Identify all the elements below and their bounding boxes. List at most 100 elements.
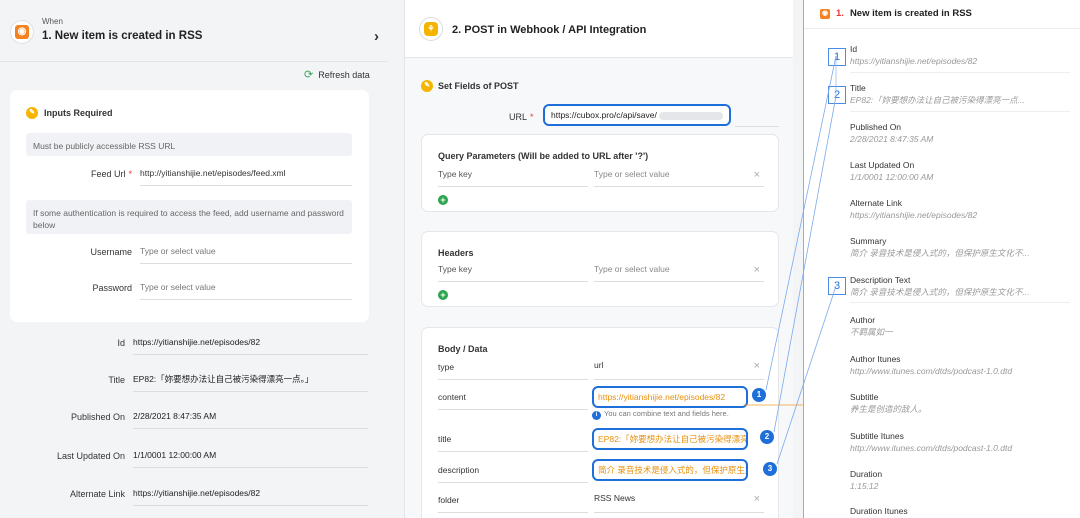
output-value: 2/28/2021 8:47:35 AM xyxy=(133,407,368,429)
url-value: https://cubox.pro/c/api/save/ xyxy=(551,110,657,120)
body-row-type: type url × xyxy=(438,356,764,380)
fields-icon: ✎ xyxy=(421,80,433,92)
set-fields-heading: ✎ Set Fields of POST xyxy=(421,80,519,92)
add-icon[interactable]: + xyxy=(438,290,448,300)
content-value-input[interactable]: https://yitianshijie.net/episodes/82 xyxy=(592,386,748,408)
query-param-row: Type key Type or select value × xyxy=(438,167,764,187)
field-item[interactable]: Published On 2/28/2021 8:47:35 AM xyxy=(850,121,1070,146)
body-key[interactable]: type xyxy=(438,356,588,380)
combine-hint: i You can combine text and fields here. xyxy=(592,409,729,420)
feed-url-row: Feed Url * http://yitianshijie.net/episod… xyxy=(26,164,352,186)
body-row-description: description 简介 录音技术是侵入式的，但保护原生文 xyxy=(438,459,764,483)
fields-panel-title: New item is created in RSS xyxy=(849,8,972,19)
query-params-title: Query Parameters (Will be added to URL a… xyxy=(438,151,649,161)
marker-3: 3 xyxy=(763,462,777,476)
field-item[interactable]: Last Updated On 1/1/0001 12:00:00 AM xyxy=(850,159,1070,184)
query-params-card: Query Parameters (Will be added to URL a… xyxy=(421,134,779,212)
redacted-token xyxy=(658,111,723,120)
field-item[interactable]: Subtitle Itunes http://www.itunes.com/dtd… xyxy=(850,430,1070,455)
field-item[interactable]: Summary 简介 录音技术是侵入式的，但保护原生文化不... xyxy=(850,235,1070,260)
output-row-alternate: Alternate Link https://yitianshijie.net/… xyxy=(0,481,370,507)
query-key-input[interactable]: Type key xyxy=(438,167,588,187)
close-icon[interactable]: × xyxy=(754,263,760,277)
output-row-published: Published On 2/28/2021 8:47:35 AM xyxy=(0,404,370,430)
field-item[interactable]: Author 不羁属如一 xyxy=(850,314,1070,339)
output-label: Alternate Link xyxy=(69,489,125,499)
action-body: ✎ Set Fields of POST URL * https://cubox.… xyxy=(405,58,793,518)
url-input[interactable]: https://cubox.pro/c/api/save/ xyxy=(543,104,731,126)
password-row: Password Type or select value xyxy=(26,278,352,300)
output-label: Title xyxy=(108,375,125,385)
close-icon[interactable]: × xyxy=(754,357,760,375)
username-row: Username Type or select value xyxy=(26,242,352,264)
refresh-label: Refresh data xyxy=(318,69,370,80)
refresh-icon: ⟳ xyxy=(304,69,314,81)
body-row-folder: folder RSS News × xyxy=(438,489,764,513)
fields-panel: ◉ 1. New item is created in RSS 1 2 3 Id… xyxy=(803,0,1080,518)
body-key[interactable]: title xyxy=(438,428,588,452)
title-value-input[interactable]: EP82:「妳要想办法让自己被污染得漂亮一 xyxy=(592,428,748,450)
output-label: Id xyxy=(117,338,125,348)
field-item[interactable]: Subtitle 养生是创造的敌人。 xyxy=(850,391,1070,416)
add-icon[interactable]: + xyxy=(438,195,448,205)
action-panel: ⚘ 2. POST in Webhook / API Integration ✎… xyxy=(404,0,793,518)
inputs-required-card: ✎ Inputs Required Must be publicly acces… xyxy=(10,90,369,322)
url-label: URL * xyxy=(509,112,534,122)
field-item[interactable]: Description Text 简介 录音技术是侵入式的，但保护原生文化不... xyxy=(850,274,1070,299)
action-title: 2. POST in Webhook / API Integration xyxy=(452,24,647,36)
header-divider xyxy=(804,28,1080,29)
output-row-updated: Last Updated On 1/1/0001 12:00:00 AM xyxy=(0,443,370,469)
field-item[interactable]: Duration 1:15:12 xyxy=(850,468,1070,493)
rss-icon: ◉ xyxy=(820,8,830,19)
output-row-title: Title EP82:「妳要想办法让自己被污染得漂亮一点。」 xyxy=(0,367,370,393)
output-label: Last Updated On xyxy=(56,451,125,461)
header-key-input[interactable]: Type key xyxy=(438,262,588,282)
output-label: Published On xyxy=(70,412,125,422)
body-row-content: content https://yitianshijie.net/episode… xyxy=(438,386,764,410)
query-value-input[interactable]: Type or select value × xyxy=(594,167,764,187)
auth-note: If some authentication is required to ac… xyxy=(26,200,352,234)
field-item[interactable]: Id https://yitianshijie.net/episodes/82 xyxy=(850,43,1070,68)
output-value: 1/1/0001 12:00:00 AM xyxy=(133,446,368,468)
refresh-data-button[interactable]: ⟳ Refresh data xyxy=(304,68,370,81)
output-value: https://yitianshijie.net/episodes/82 xyxy=(133,484,368,506)
header-row: Type key Type or select value × xyxy=(438,262,764,282)
header-value-input[interactable]: Type or select value × xyxy=(594,262,764,282)
headers-card: Headers Type key Type or select value × + xyxy=(421,231,779,307)
inputs-required-heading: ✎ Inputs Required xyxy=(26,107,113,119)
body-row-title: title EP82:「妳要想办法让自己被污染得漂亮一 xyxy=(438,428,764,452)
output-value: EP82:「妳要想办法让自己被污染得漂亮一点。」 xyxy=(133,370,368,392)
trigger-header[interactable]: ◉ When 1. New item is created in RSS › xyxy=(0,0,388,62)
feed-url-input[interactable]: http://yitianshijie.net/episodes/feed.xm… xyxy=(140,164,352,186)
field-divider xyxy=(850,72,1070,73)
username-input[interactable]: Type or select value xyxy=(140,242,352,264)
field-marker-2: 2 xyxy=(828,86,846,104)
close-icon[interactable]: × xyxy=(754,490,760,508)
body-data-title: Body / Data xyxy=(438,344,488,354)
body-key[interactable]: folder xyxy=(438,489,588,513)
when-label: When xyxy=(42,17,63,26)
webhook-app-icon: ⚘ xyxy=(419,17,443,41)
fields-panel-header: ◉ 1. New item is created in RSS xyxy=(820,8,972,19)
description-value-input[interactable]: 简介 录音技术是侵入式的，但保护原生文 xyxy=(592,459,748,481)
public-url-note: Must be publicly accessible RSS URL xyxy=(26,133,352,156)
field-item[interactable]: Author Itunes http://www.itunes.com/dtds/… xyxy=(850,353,1070,378)
field-item[interactable]: Title EP82:「妳要想办法让自己被污染得漂亮一点... xyxy=(850,82,1070,107)
field-divider xyxy=(850,302,1070,303)
field-divider xyxy=(850,111,1070,112)
password-input[interactable]: Type or select value xyxy=(140,278,352,300)
body-key[interactable]: description xyxy=(438,459,588,483)
url-underline xyxy=(735,126,779,127)
info-icon: i xyxy=(592,411,601,420)
field-item[interactable]: Alternate Link https://yitianshijie.net/e… xyxy=(850,197,1070,222)
body-key[interactable]: content xyxy=(438,386,588,410)
close-icon[interactable]: × xyxy=(754,168,760,182)
field-item[interactable]: Duration Itunes xyxy=(850,505,1070,517)
chevron-right-icon[interactable]: › xyxy=(374,28,379,45)
body-value[interactable]: url × xyxy=(594,356,764,380)
body-value[interactable]: RSS News × xyxy=(594,489,764,513)
set-fields-title: Set Fields of POST xyxy=(438,81,519,91)
marker-1: 1 xyxy=(752,388,766,402)
action-header: ⚘ 2. POST in Webhook / API Integration xyxy=(405,0,793,58)
body-data-card: Body / Data type url × content https://yi… xyxy=(421,327,779,518)
